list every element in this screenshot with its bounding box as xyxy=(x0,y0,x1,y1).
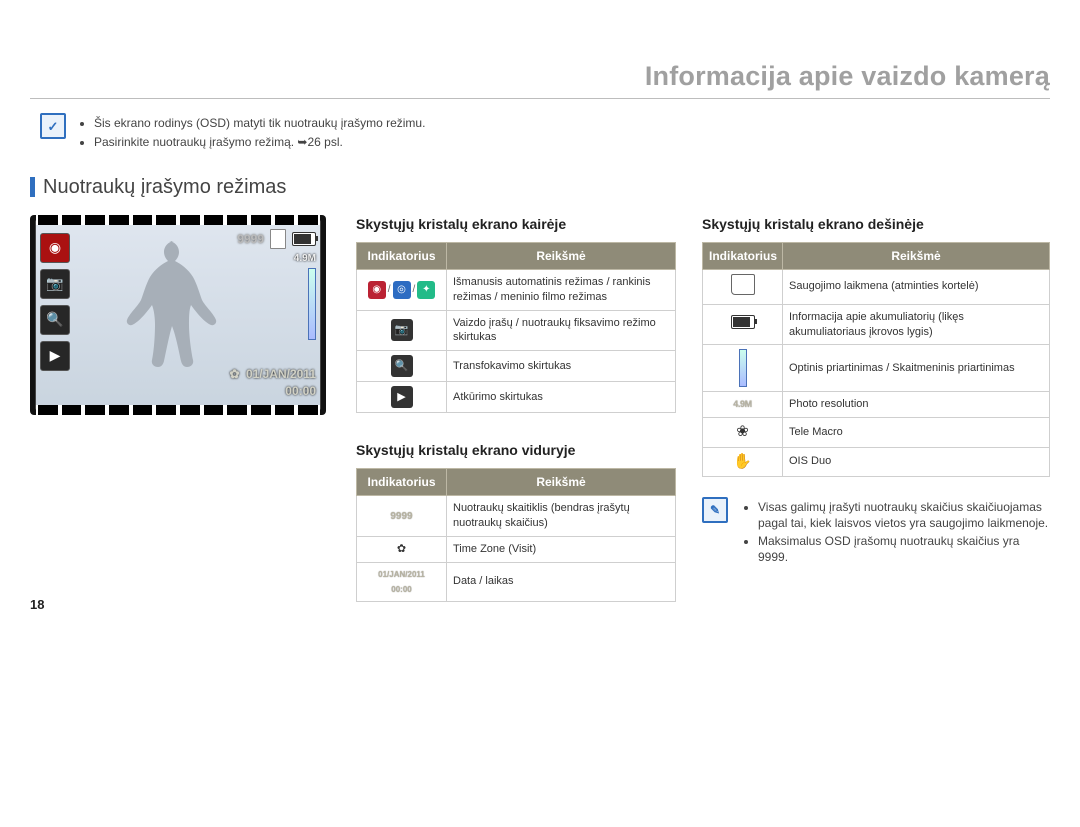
lcd-date: 01/JAN/2011 xyxy=(246,367,316,381)
info-note: Maksimalus OSD įrašomų nuotraukų skaičiu… xyxy=(758,533,1050,565)
lcd-counter: 9999 xyxy=(237,231,264,247)
counter-text: 9999 xyxy=(390,511,412,522)
lcd-time: 00:00 xyxy=(285,384,316,398)
table-title-right: Skystųjų kristalų ekrano dešinėje xyxy=(702,215,1050,234)
page-title: Informacija apie vaizdo kamerą xyxy=(30,30,1050,99)
cell-meaning: OIS Duo xyxy=(783,447,1050,476)
table-title-middle: Skystųjų kristalų ekrano viduryje xyxy=(356,441,676,460)
camera-icon: 📷 xyxy=(40,269,70,299)
info-note-block: ✎ Visas galimų įrašyti nuotraukų skaičiu… xyxy=(702,497,1050,568)
th-meaning: Reikšmė xyxy=(447,242,676,269)
cell-meaning: Vaizdo įrašų / nuotraukų fiksavimo režim… xyxy=(447,310,676,351)
cell-meaning: Tele Macro xyxy=(783,418,1050,447)
th-meaning: Reikšmė xyxy=(447,469,676,496)
lcd-mockup: ◉ 📷 🔍 ▶ 9999 4.9M xyxy=(30,215,326,415)
globe-icon: ✿ xyxy=(230,366,240,382)
table-row: ✿ Time Zone (Visit) xyxy=(357,537,676,563)
table-row: 9999 Nuotraukų skaitiklis (bendras įrašy… xyxy=(357,496,676,537)
mode-green-icon: ✦ xyxy=(417,281,435,299)
info-icon: ✎ xyxy=(702,497,728,523)
cell-meaning: Informacija apie akumuliatorių (likęs ak… xyxy=(783,304,1050,345)
th-indicator: Indikatorius xyxy=(357,469,447,496)
play-icon: ▶ xyxy=(391,386,413,408)
cell-meaning: Nuotraukų skaitiklis (bendras įrašytų nu… xyxy=(447,496,676,537)
hand-icon: ✋ xyxy=(733,453,752,470)
flower-icon: ❀ xyxy=(736,423,749,440)
th-indicator: Indikatorius xyxy=(703,242,783,269)
date-text: 01/JAN/2011 xyxy=(378,570,425,579)
cell-meaning: Saugojimo laikmena (atminties kortelė) xyxy=(783,269,1050,304)
section-heading: Nuotraukų įrašymo režimas xyxy=(30,174,1050,201)
checkmark-icon: ✓ xyxy=(40,113,66,139)
cell-meaning: Optinis priartinimas / Skaitmeninis pria… xyxy=(783,345,1050,392)
zoom-icon: 🔍 xyxy=(40,305,70,335)
cell-meaning: Time Zone (Visit) xyxy=(447,537,676,563)
time-text: 00:00 xyxy=(391,585,411,594)
table-row: 01/JAN/2011 00:00 Data / laikas xyxy=(357,562,676,601)
cell-meaning: Data / laikas xyxy=(447,562,676,601)
cell-meaning: Išmanusis automatinis režimas / rankinis… xyxy=(447,269,676,310)
heading-bar xyxy=(30,177,35,197)
note-item: Pasirinkite nuotraukų įrašymo režimą. ➥2… xyxy=(94,134,425,150)
table-row: 4.9M Photo resolution xyxy=(703,392,1050,418)
play-icon: ▶ xyxy=(40,341,70,371)
table-right: IndikatoriusReikšmė Saugojimo laikmena (… xyxy=(702,242,1050,477)
lcd-right-stats: 9999 4.9M xyxy=(237,229,316,341)
lcd-left-sidebar: ◉ 📷 🔍 ▶ xyxy=(40,233,70,371)
column-middle: Skystųjų kristalų ekrano kairėje Indikat… xyxy=(356,215,676,602)
cell-meaning: Photo resolution xyxy=(783,392,1050,418)
manual-page: Informacija apie vaizdo kamerą ✓ Šis ekr… xyxy=(0,0,1080,632)
resolution-text: 4.9M xyxy=(733,399,751,409)
camera-icon: 📷 xyxy=(391,319,413,341)
card-icon xyxy=(731,274,755,295)
table-row: ◉/◎/✦ Išmanusis automatinis režimas / ra… xyxy=(357,269,676,310)
table-row: ▶ Atkūrimo skirtukas xyxy=(357,382,676,413)
lcd-resolution: 4.9M xyxy=(294,252,316,266)
heading-text: Nuotraukų įrašymo režimas xyxy=(43,174,286,201)
table-row: Saugojimo laikmena (atminties kortelė) xyxy=(703,269,1050,304)
timezone-icon: ✿ xyxy=(397,543,406,555)
table-row: 🔍 Transfokavimo skirtukas xyxy=(357,351,676,382)
cell-meaning: Atkūrimo skirtukas xyxy=(447,382,676,413)
page-number: 18 xyxy=(30,596,44,614)
table-row: ❀ Tele Macro xyxy=(703,418,1050,447)
info-note: Visas galimų įrašyti nuotraukų skaičius … xyxy=(758,499,1050,531)
table-row: Informacija apie akumuliatorių (likęs ak… xyxy=(703,304,1050,345)
table-title-left: Skystųjų kristalų ekrano kairėje xyxy=(356,215,676,234)
table-row: ✋ OIS Duo xyxy=(703,447,1050,476)
column-right: Skystųjų kristalų ekrano dešinėje Indika… xyxy=(702,215,1050,568)
magnify-icon: 🔍 xyxy=(391,355,413,377)
silhouette-figure xyxy=(110,235,230,385)
top-note-block: ✓ Šis ekrano rodinys (OSD) matyti tik nu… xyxy=(40,113,1050,151)
card-icon xyxy=(270,229,286,249)
note-item: Šis ekrano rodinys (OSD) matyti tik nuot… xyxy=(94,115,425,131)
zoom-bar-icon xyxy=(739,349,747,387)
cell-meaning: Transfokavimo skirtukas xyxy=(447,351,676,382)
th-meaning: Reikšmė xyxy=(783,242,1050,269)
battery-icon xyxy=(292,232,316,246)
table-middle: IndikatoriusReikšmė 9999 Nuotraukų skait… xyxy=(356,468,676,601)
mode-red-icon: ◉ xyxy=(368,281,386,299)
table-row: Optinis priartinimas / Skaitmeninis pria… xyxy=(703,345,1050,392)
table-row: 📷 Vaizdo įrašų / nuotraukų fiksavimo rež… xyxy=(357,310,676,351)
battery-icon xyxy=(731,315,755,329)
th-indicator: Indikatorius xyxy=(357,242,447,269)
mode-icon: ◉ xyxy=(40,233,70,263)
mode-blue-icon: ◎ xyxy=(393,281,411,299)
lcd-datetime: ✿ 01/JAN/2011 00:00 xyxy=(230,366,316,398)
zoom-bar-icon xyxy=(308,268,316,340)
table-left: IndikatoriusReikšmė ◉/◎/✦ Išmanusis auto… xyxy=(356,242,676,414)
column-left: ◉ 📷 🔍 ▶ 9999 4.9M xyxy=(30,215,330,415)
